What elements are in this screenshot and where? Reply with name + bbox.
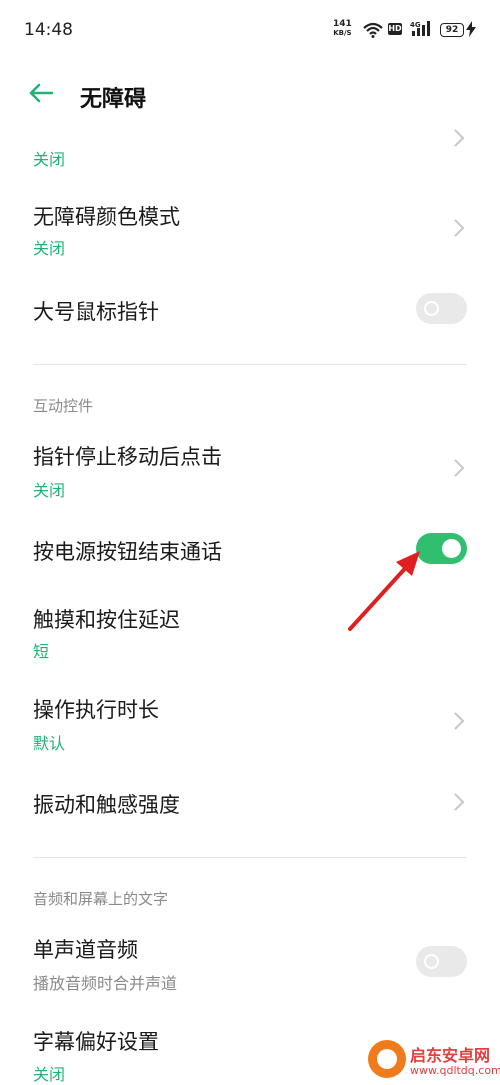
chevron-right-icon bbox=[454, 712, 465, 730]
item-subtitle: 关闭 bbox=[33, 1065, 66, 1084]
chevron-right-icon bbox=[454, 129, 465, 147]
section-header-interaction: 互动控件 bbox=[33, 397, 94, 415]
item-subtitle: 关闭 bbox=[33, 481, 66, 500]
list-item-large-pointer[interactable]: 大号鼠标指针 bbox=[0, 285, 500, 335]
item-subtitle: 短 bbox=[33, 642, 50, 661]
item-title: 无障碍颜色模式 bbox=[33, 205, 180, 229]
annotation-arrow-icon bbox=[348, 551, 420, 631]
divider bbox=[33, 857, 467, 858]
toggle-knob bbox=[442, 539, 461, 558]
item-title: 操作执行时长 bbox=[33, 698, 159, 722]
divider bbox=[33, 364, 467, 365]
clipped-title bbox=[0, 130, 500, 140]
chevron-right-icon bbox=[454, 219, 465, 237]
toggle-knob bbox=[424, 954, 439, 969]
settings-list: 关闭 无障碍颜色模式 关闭 大号鼠标指针 互动控件 指针停止移动后点击 关闭 按… bbox=[0, 0, 500, 1084]
watermark: 启东安卓网 www.qdltdq.com bbox=[368, 1040, 500, 1084]
list-item-color-mode[interactable]: 无障碍颜色模式 关闭 bbox=[0, 195, 500, 265]
item-title: 单声道音频 bbox=[33, 938, 138, 962]
item-title: 指针停止移动后点击 bbox=[33, 445, 222, 469]
list-item-vibration[interactable]: 振动和触感强度 bbox=[0, 780, 500, 830]
chevron-right-icon bbox=[454, 459, 465, 477]
list-item-color-correction[interactable]: 关闭 bbox=[0, 120, 500, 180]
chevron-right-icon bbox=[454, 793, 465, 811]
toggle-knob bbox=[424, 301, 439, 316]
item-subtitle: 默认 bbox=[33, 734, 66, 753]
item-subtitle: 关闭 bbox=[33, 150, 66, 169]
item-subtitle: 播放音频时合并声道 bbox=[33, 974, 178, 993]
item-subtitle: 关闭 bbox=[33, 239, 66, 258]
item-title: 大号鼠标指针 bbox=[33, 300, 159, 324]
item-title: 字幕偏好设置 bbox=[33, 1030, 159, 1054]
list-item-action-time[interactable]: 操作执行时长 默认 bbox=[0, 690, 500, 760]
watermark-logo-icon bbox=[368, 1040, 406, 1078]
list-item-click-after-stop[interactable]: 指针停止移动后点击 关闭 bbox=[0, 435, 500, 505]
item-title: 按电源按钮结束通话 bbox=[33, 540, 222, 564]
section-header-audio: 音频和屏幕上的文字 bbox=[33, 890, 169, 908]
watermark-url: www.qdltdq.com bbox=[410, 1064, 500, 1077]
large-pointer-toggle[interactable] bbox=[416, 293, 467, 324]
watermark-name: 启东安卓网 bbox=[410, 1046, 491, 1065]
list-item-mono-audio[interactable]: 单声道音频 播放音频时合并声道 bbox=[0, 928, 500, 998]
item-title: 触摸和按住延迟 bbox=[33, 608, 180, 632]
mono-audio-toggle[interactable] bbox=[416, 946, 467, 977]
item-title: 振动和触感强度 bbox=[33, 793, 180, 817]
